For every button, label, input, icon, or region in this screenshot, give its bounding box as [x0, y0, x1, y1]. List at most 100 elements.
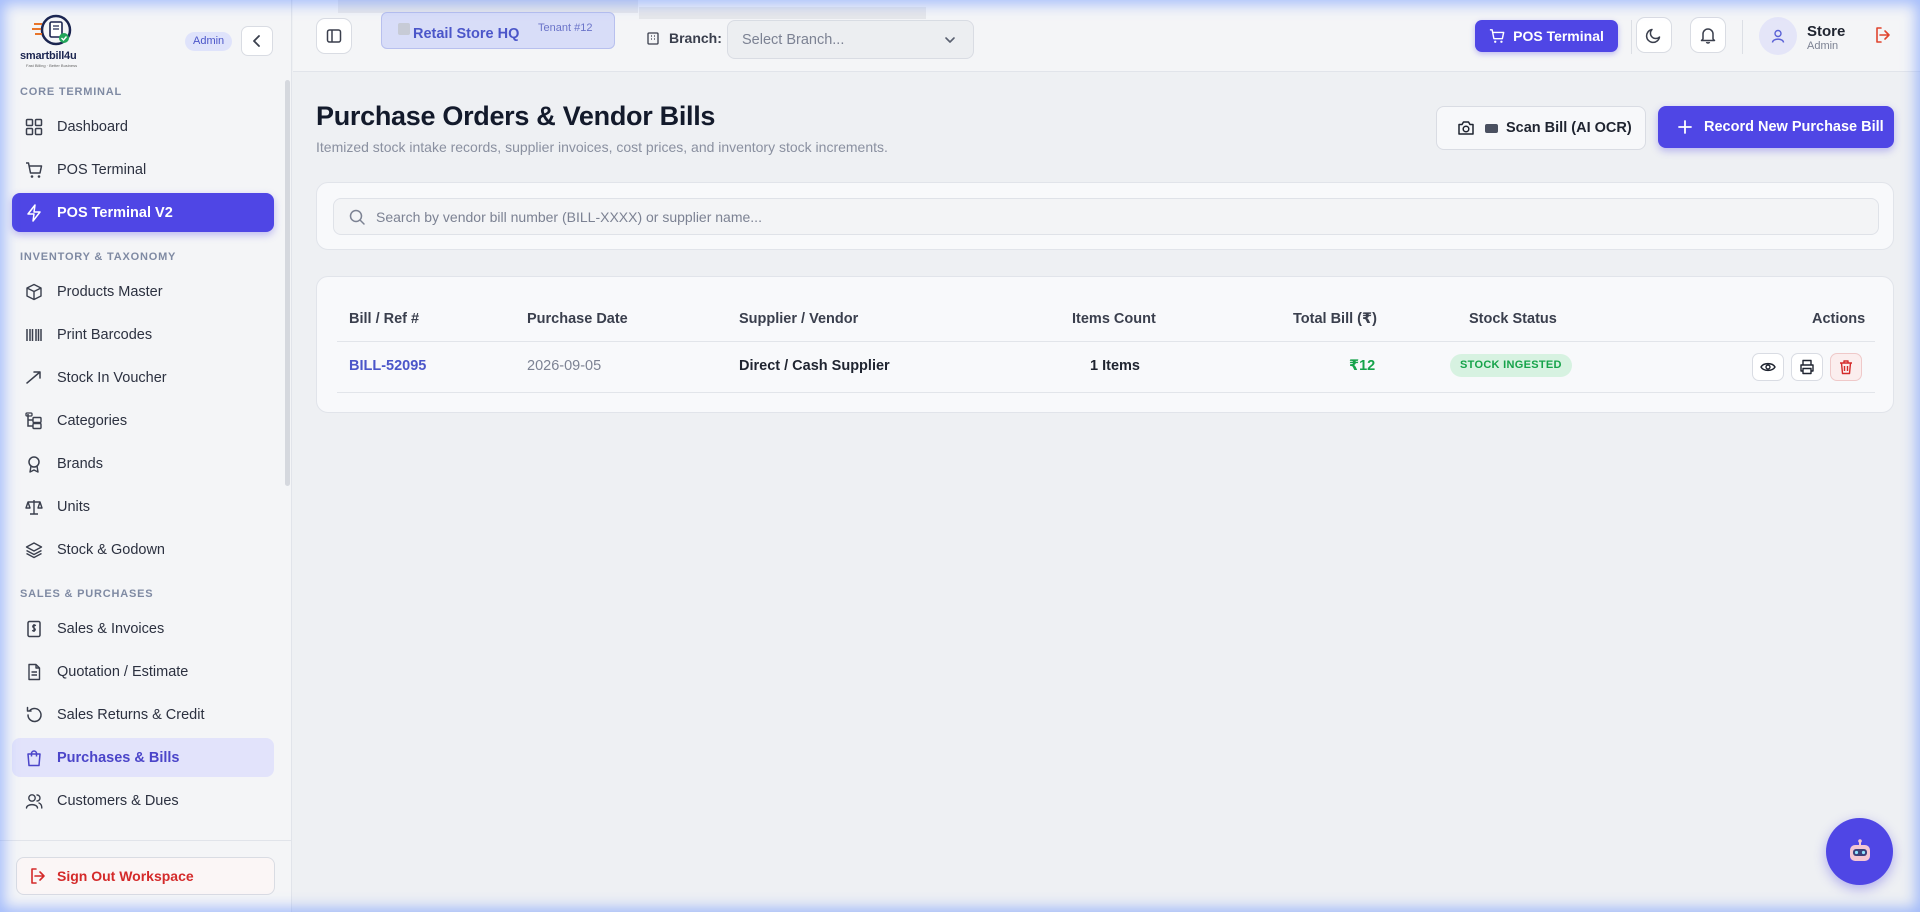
eye-icon: [1760, 362, 1776, 372]
store-selector[interactable]: Retail Store HQ Tenant #12: [381, 12, 615, 49]
sidebar-item-products-master[interactable]: Products Master: [12, 272, 274, 311]
sidebar-item-brands[interactable]: Brands: [12, 444, 274, 483]
row-divider: [337, 392, 1875, 393]
receipt-icon: [25, 620, 43, 638]
sidebar-toggle-icon: [326, 29, 342, 43]
search-icon: [348, 208, 366, 226]
sidebar-item-label: Brands: [57, 455, 103, 472]
branch-strip: [639, 7, 926, 19]
delete-bill-button[interactable]: [1830, 353, 1862, 381]
topbar-divider: [1742, 20, 1743, 54]
section-title-sales: SALES & PURCHASES: [20, 588, 154, 600]
brand-tagline: Fast Billing · Better Business: [26, 63, 78, 68]
search-box[interactable]: [333, 198, 1879, 235]
print-bill-button[interactable]: [1791, 353, 1823, 381]
sidebar-item-pos-terminal-v2[interactable]: POS Terminal V2: [12, 193, 274, 232]
sidebar-item-stock-in-voucher[interactable]: Stock In Voucher: [12, 358, 274, 397]
pos-terminal-button[interactable]: POS Terminal: [1475, 20, 1618, 52]
moon-icon: [1645, 28, 1661, 44]
logout-icon: [29, 867, 47, 885]
box-icon: [25, 283, 43, 301]
cart-icon: [1489, 28, 1505, 44]
layers-icon: [25, 541, 43, 559]
column-header-vendor[interactable]: Supplier / Vendor: [739, 311, 858, 327]
sidebar-item-categories[interactable]: Categories: [12, 401, 274, 440]
sidebar-nav: CORE TERMINAL Dashboard POS Terminal POS…: [0, 82, 284, 840]
brand-name: smartbill4u: [20, 50, 77, 62]
avatar[interactable]: [1759, 17, 1797, 55]
record-purchase-bill-button[interactable]: Record New Purchase Bill: [1658, 106, 1894, 148]
logout-button[interactable]: [1866, 18, 1900, 52]
sidebar-scrollbar[interactable]: [285, 80, 290, 486]
sidebar-item-purchases-bills[interactable]: Purchases & Bills: [12, 738, 274, 777]
total-bill: ₹12: [1349, 358, 1376, 374]
sidebar-item-label: Quotation / Estimate: [57, 663, 189, 680]
section-title-inventory: INVENTORY & TAXONOMY: [20, 251, 177, 263]
items-count: 1 Items: [1090, 358, 1140, 374]
user-icon: [1771, 29, 1785, 43]
bill-ref-link[interactable]: BILL-52095: [349, 358, 426, 374]
store-logo-icon: [398, 23, 410, 35]
sidebar-item-print-barcodes[interactable]: Print Barcodes: [12, 315, 274, 354]
scan-bill-label: Scan Bill (AI OCR): [1506, 120, 1632, 136]
column-header-bill-ref[interactable]: Bill / Ref #: [349, 311, 419, 327]
sign-out-button[interactable]: Sign Out Workspace: [16, 857, 275, 895]
pos-terminal-label: POS Terminal: [1513, 28, 1604, 44]
top-bar: Retail Store HQ Tenant #12 Branch: Selec…: [293, 0, 1920, 72]
return-icon: [25, 706, 43, 724]
ai-assistant-button[interactable]: [1826, 818, 1893, 885]
building-icon: [646, 31, 660, 45]
topbar-divider: [1631, 20, 1632, 54]
tree-icon: [25, 411, 43, 430]
printer-icon: [1800, 359, 1814, 375]
sidebar-item-sales-returns[interactable]: Sales Returns & Credit: [12, 695, 274, 734]
user-role: Admin: [1807, 40, 1839, 52]
theme-toggle-button[interactable]: [1636, 17, 1672, 53]
sidebar-item-sales-invoices[interactable]: Sales & Invoices: [12, 609, 274, 648]
trend-icon: [25, 369, 43, 387]
user-name: Store: [1807, 23, 1846, 40]
tenant-id: Tenant #12: [538, 22, 593, 34]
scan-bill-button[interactable]: Scan Bill (AI OCR): [1436, 106, 1646, 150]
document-icon: [25, 663, 43, 681]
scanner-emoji-icon: [1485, 123, 1498, 133]
sidebar-item-label: Dashboard: [57, 118, 128, 135]
search-card: [316, 182, 1894, 250]
bag-icon: [25, 749, 43, 767]
page-subtitle: Itemized stock intake records, supplier …: [316, 139, 888, 155]
sidebar-item-units[interactable]: Units: [12, 487, 274, 526]
scale-icon: [25, 498, 43, 516]
sidebar-item-quotation[interactable]: Quotation / Estimate: [12, 652, 274, 691]
branch-label: Branch:: [646, 30, 722, 46]
bell-icon: [1700, 28, 1716, 44]
dashboard-icon: [25, 118, 43, 136]
award-icon: [25, 455, 43, 473]
store-name: Retail Store HQ: [413, 26, 520, 42]
notifications-button[interactable]: [1690, 17, 1726, 53]
column-header-items[interactable]: Items Count: [1072, 311, 1156, 327]
sidebar-item-pos-terminal[interactable]: POS Terminal: [12, 150, 274, 189]
brand-logo[interactable]: smartbill4u Fast Billing · Better Busine…: [18, 14, 92, 68]
users-icon: [25, 792, 43, 810]
barcode-icon: [25, 326, 43, 344]
sidebar-item-stock-godown[interactable]: Stock & Godown: [12, 530, 274, 569]
sidebar-item-label: Categories: [57, 412, 128, 429]
sidebar-item-customers-dues[interactable]: Customers & Dues: [12, 781, 274, 820]
column-header-status[interactable]: Stock Status: [1469, 311, 1557, 327]
sidebar-divider: [0, 840, 292, 841]
plus-icon: [1678, 120, 1692, 134]
toggle-panel-button[interactable]: [316, 18, 352, 54]
sign-out-label: Sign Out Workspace: [57, 868, 194, 884]
column-header-total[interactable]: Total Bill (₹): [1293, 311, 1377, 327]
collapse-sidebar-button[interactable]: [241, 26, 273, 56]
vendor-name: Direct / Cash Supplier: [739, 358, 890, 374]
status-badge: STOCK INGESTED: [1450, 354, 1572, 377]
sidebar-item-label: Print Barcodes: [57, 326, 153, 343]
purchase-bills-table: Bill / Ref # Purchase Date Supplier / Ve…: [316, 276, 1894, 413]
branch-select[interactable]: Select Branch...: [727, 20, 974, 59]
column-header-date[interactable]: Purchase Date: [527, 311, 628, 327]
search-input[interactable]: [376, 208, 1776, 225]
view-bill-button[interactable]: [1752, 353, 1784, 381]
sidebar-item-dashboard[interactable]: Dashboard: [12, 107, 274, 146]
branch-select-value: Select Branch...: [742, 31, 845, 48]
